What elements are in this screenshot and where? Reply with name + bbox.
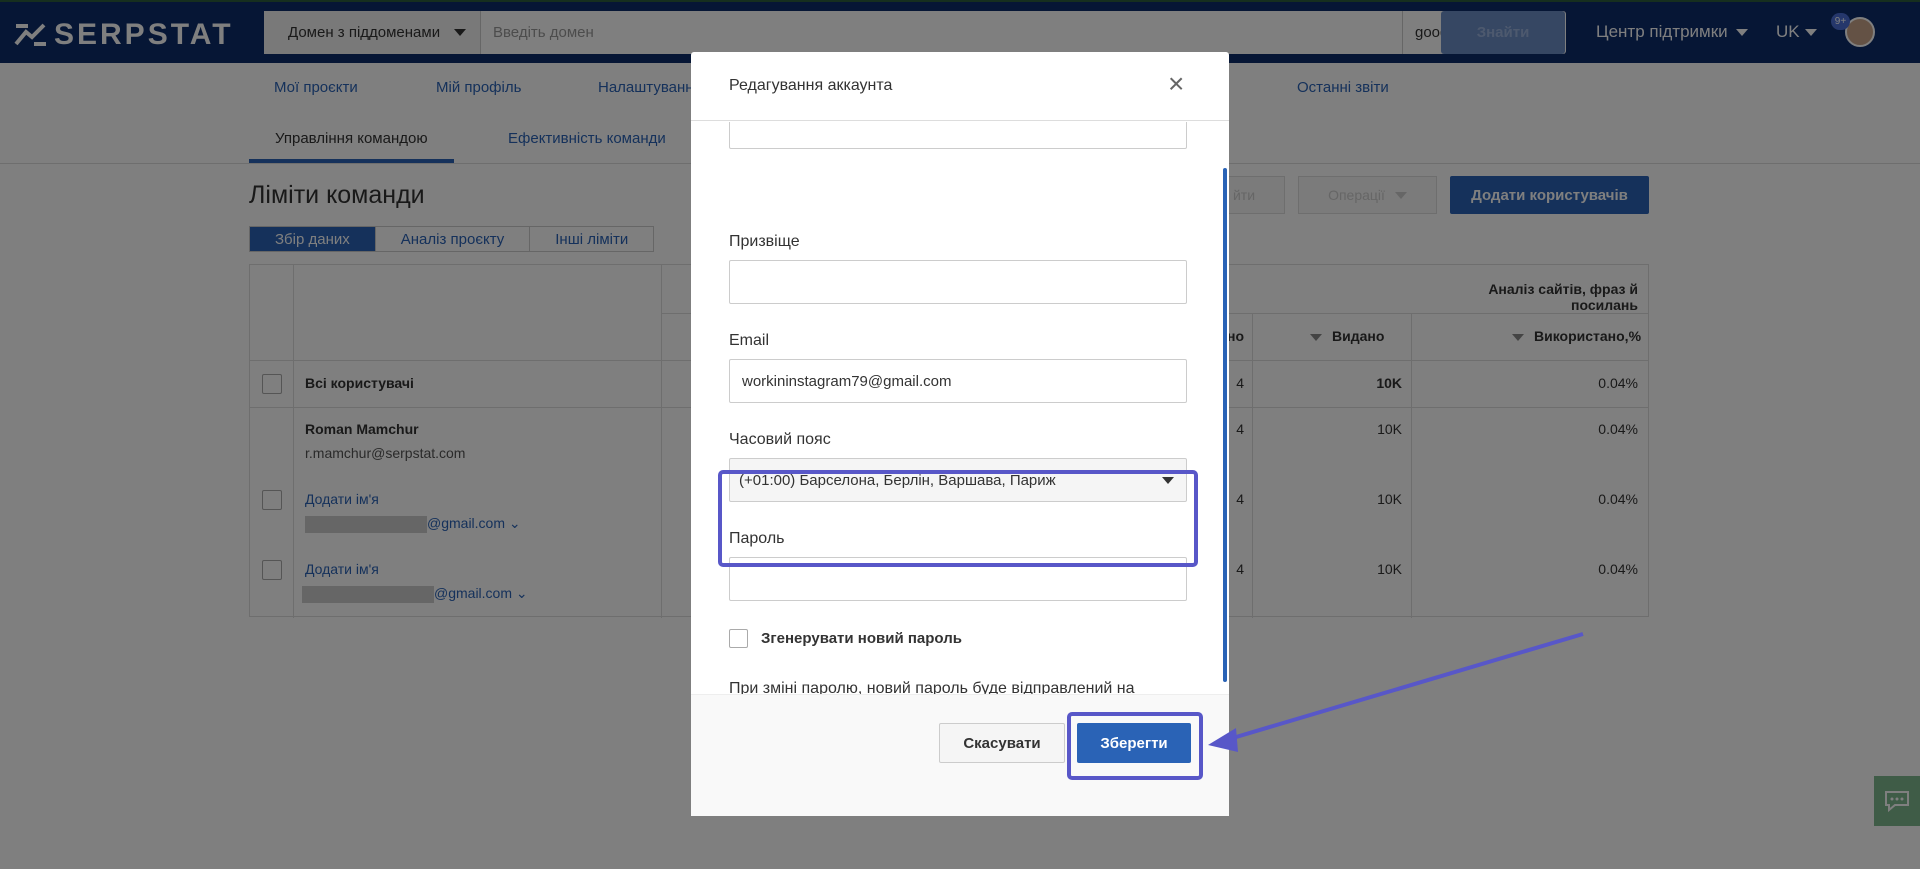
timezone-label: Часовий пояс (729, 431, 831, 448)
email-label: Email (729, 332, 770, 349)
name-field[interactable] (729, 122, 1187, 149)
modal-footer: Скасувати Зберегти (691, 694, 1229, 816)
surname-field[interactable] (729, 260, 1187, 304)
email-field[interactable]: workininstagram79@gmail.com (729, 359, 1187, 403)
modal-title: Редагування аккаунта (729, 77, 893, 94)
modal-body: Призвіще Email workininstagram79@gmail.c… (691, 122, 1229, 694)
password-note: При зміні паролю, новий пароль буде відп… (729, 680, 1135, 694)
edit-account-modal: Редагування аккаунта × Призвіще Email wo… (691, 52, 1229, 816)
generate-password-checkbox[interactable] (729, 629, 748, 648)
close-icon[interactable]: × (1168, 70, 1184, 98)
save-button[interactable]: Зберегти (1077, 723, 1191, 763)
password-label: Пароль (729, 530, 785, 547)
surname-label: Призвіще (729, 233, 800, 250)
generate-password-label: Згенерувати новий пароль (761, 630, 962, 647)
chevron-down-icon (1162, 476, 1174, 484)
modal-scrollbar[interactable] (1223, 168, 1227, 682)
modal-header: Редагування аккаунта × (691, 52, 1229, 121)
timezone-value: (+01:00) Барселона, Берлін, Варшава, Пар… (739, 471, 1056, 489)
password-field[interactable] (729, 557, 1187, 601)
timezone-select[interactable]: (+01:00) Барселона, Берлін, Варшава, Пар… (729, 458, 1187, 502)
cancel-button[interactable]: Скасувати (939, 723, 1065, 763)
